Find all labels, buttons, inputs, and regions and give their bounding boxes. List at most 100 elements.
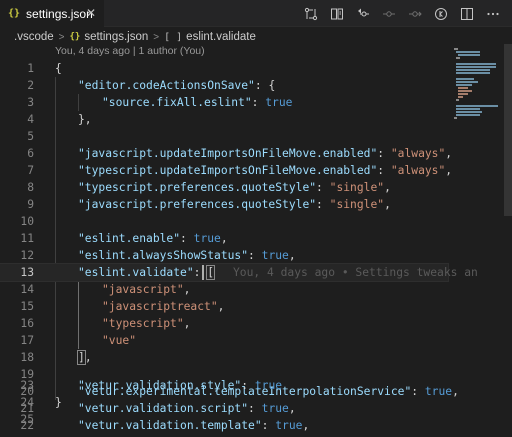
json-boolean: true — [193, 232, 221, 245]
minimap-row — [456, 81, 478, 83]
minimap-row — [456, 108, 480, 110]
punctuation: , — [217, 300, 225, 313]
json-key: "eslint.enable" — [78, 232, 181, 245]
code-line: 25 — [0, 411, 448, 428]
text-cursor — [202, 265, 204, 280]
open-changes-icon[interactable] — [298, 0, 324, 27]
code-line: 16 "typescript", — [0, 315, 448, 332]
split-editor-icon[interactable] — [454, 0, 480, 27]
previous-revision-icon[interactable] — [376, 0, 402, 27]
brace: } — [55, 396, 62, 409]
json-string: "always" — [390, 164, 446, 177]
line-number: 23 — [20, 379, 34, 392]
line-number: 7 — [27, 164, 34, 177]
punctuation: , — [183, 283, 191, 296]
punctuation: , — [384, 198, 391, 211]
minimap-row — [458, 87, 468, 89]
punctuation: : — [316, 181, 330, 194]
line-number: 14 — [20, 283, 34, 296]
minimap-row — [456, 69, 490, 71]
tab-bar: {} settings.json ✕ — [0, 0, 512, 27]
chevron-right-icon: > — [153, 31, 160, 43]
line-number: 16 — [20, 317, 34, 330]
minimap-row — [456, 57, 460, 59]
line-number: 17 — [20, 334, 34, 347]
code-line: 9 "javascript.preferences.quoteStyle": "s… — [0, 196, 448, 213]
punctuation: : — [316, 198, 330, 211]
line-number: 2 — [27, 79, 34, 92]
json-file-icon: {} — [8, 8, 21, 19]
minimap-row — [458, 93, 468, 95]
json-boolean: true — [254, 379, 283, 392]
punctuation: : — [251, 96, 266, 109]
history-icon[interactable] — [350, 0, 376, 27]
json-key: "editor.codeActionsOnSave" — [78, 79, 255, 92]
code-line: 12 "eslint.alwaysShowStatus": true, — [0, 247, 448, 264]
breadcrumb: .vscode > {} settings.json > [ ] eslint.… — [0, 28, 512, 46]
code-line: 6 "javascript.updateImportsOnFileMove.ena… — [0, 145, 452, 162]
minimap-row — [456, 111, 482, 113]
line-number: 3 — [27, 96, 34, 109]
json-string: "javascript" — [102, 283, 184, 296]
minimap-row — [456, 84, 472, 86]
code-line-current: 13 "eslint.validate": [You, 4 days ago • … — [0, 263, 478, 282]
minimap[interactable] — [450, 44, 502, 437]
code-line: 4}, — [0, 111, 448, 128]
punctuation: : — [377, 164, 391, 177]
breadcrumb-file[interactable]: settings.json — [84, 31, 148, 43]
minimap-row — [456, 72, 490, 74]
line-number: 5 — [27, 130, 34, 143]
code-line: 10 — [0, 213, 448, 230]
minimap-row — [456, 105, 498, 107]
line-number: 6 — [27, 147, 34, 160]
line-number: 12 — [20, 249, 34, 262]
minimap-row — [458, 90, 472, 92]
minimap-row — [458, 54, 480, 56]
json-key: "source.fixAll.eslint" — [102, 96, 252, 109]
json-boolean: true — [261, 249, 289, 262]
bracket-match-close: ] — [77, 350, 86, 365]
line-number: 11 — [20, 232, 34, 245]
breadcrumb-folder[interactable]: .vscode — [14, 31, 54, 43]
next-revision-icon[interactable] — [402, 0, 428, 27]
more-actions-icon[interactable] — [480, 0, 506, 27]
punctuation: , — [288, 249, 296, 262]
minimap-row — [456, 78, 474, 80]
code-line: 15 "javascriptreact", — [0, 298, 448, 315]
compare-icon[interactable] — [324, 0, 350, 27]
punctuation: , — [384, 181, 391, 194]
breadcrumb-symbol[interactable]: eslint.validate — [186, 31, 256, 43]
minimap-row — [456, 51, 480, 53]
code-line: 24} — [0, 394, 448, 411]
code-line: 2 "editor.codeActionsOnSave": { — [0, 77, 448, 94]
close-icon[interactable]: ✕ — [86, 6, 96, 20]
code-line: 14 "javascript", — [0, 281, 448, 298]
inline-git-blame: You, 4 days ago • Settings tweaks an — [233, 266, 478, 279]
code-line: 23 "vetur.validation.style": true — [0, 377, 448, 394]
punctuation: : — [248, 249, 262, 262]
chevron-right-icon: > — [58, 31, 65, 43]
json-string: "always" — [390, 147, 446, 160]
bracket-match-open: [ — [206, 265, 216, 280]
line-number: 15 — [20, 300, 34, 313]
minimap-row — [454, 117, 457, 119]
code-editor-tail[interactable]: 23 "vetur.validation.style": true 24} 25 — [0, 377, 448, 437]
punctuation: , — [183, 317, 191, 330]
json-string: "vue" — [102, 334, 137, 347]
json-key: "javascript.preferences.quoteStyle" — [78, 198, 317, 211]
line-number: 18 — [20, 351, 34, 364]
line-number: 24 — [20, 396, 34, 409]
json-string: "javascriptreact" — [102, 300, 218, 313]
minimap-row — [456, 99, 459, 101]
json-key: "eslint.validate" — [78, 266, 194, 279]
minimap-row — [458, 96, 463, 98]
editor-actions — [298, 0, 506, 27]
json-key: "vetur.validation.style" — [78, 379, 242, 392]
blame-icon[interactable] — [428, 0, 454, 27]
git-codelens[interactable]: You, 4 days ago | 1 author (You) — [55, 45, 205, 57]
tab-settings-json[interactable]: {} settings.json ✕ — [0, 0, 104, 27]
json-key: "javascript.updateImportsOnFileMove.enab… — [78, 147, 378, 160]
scrollbar-thumb[interactable] — [504, 44, 512, 216]
minimap-row — [456, 114, 480, 116]
code-line: 11 "eslint.enable": true, — [0, 230, 448, 247]
